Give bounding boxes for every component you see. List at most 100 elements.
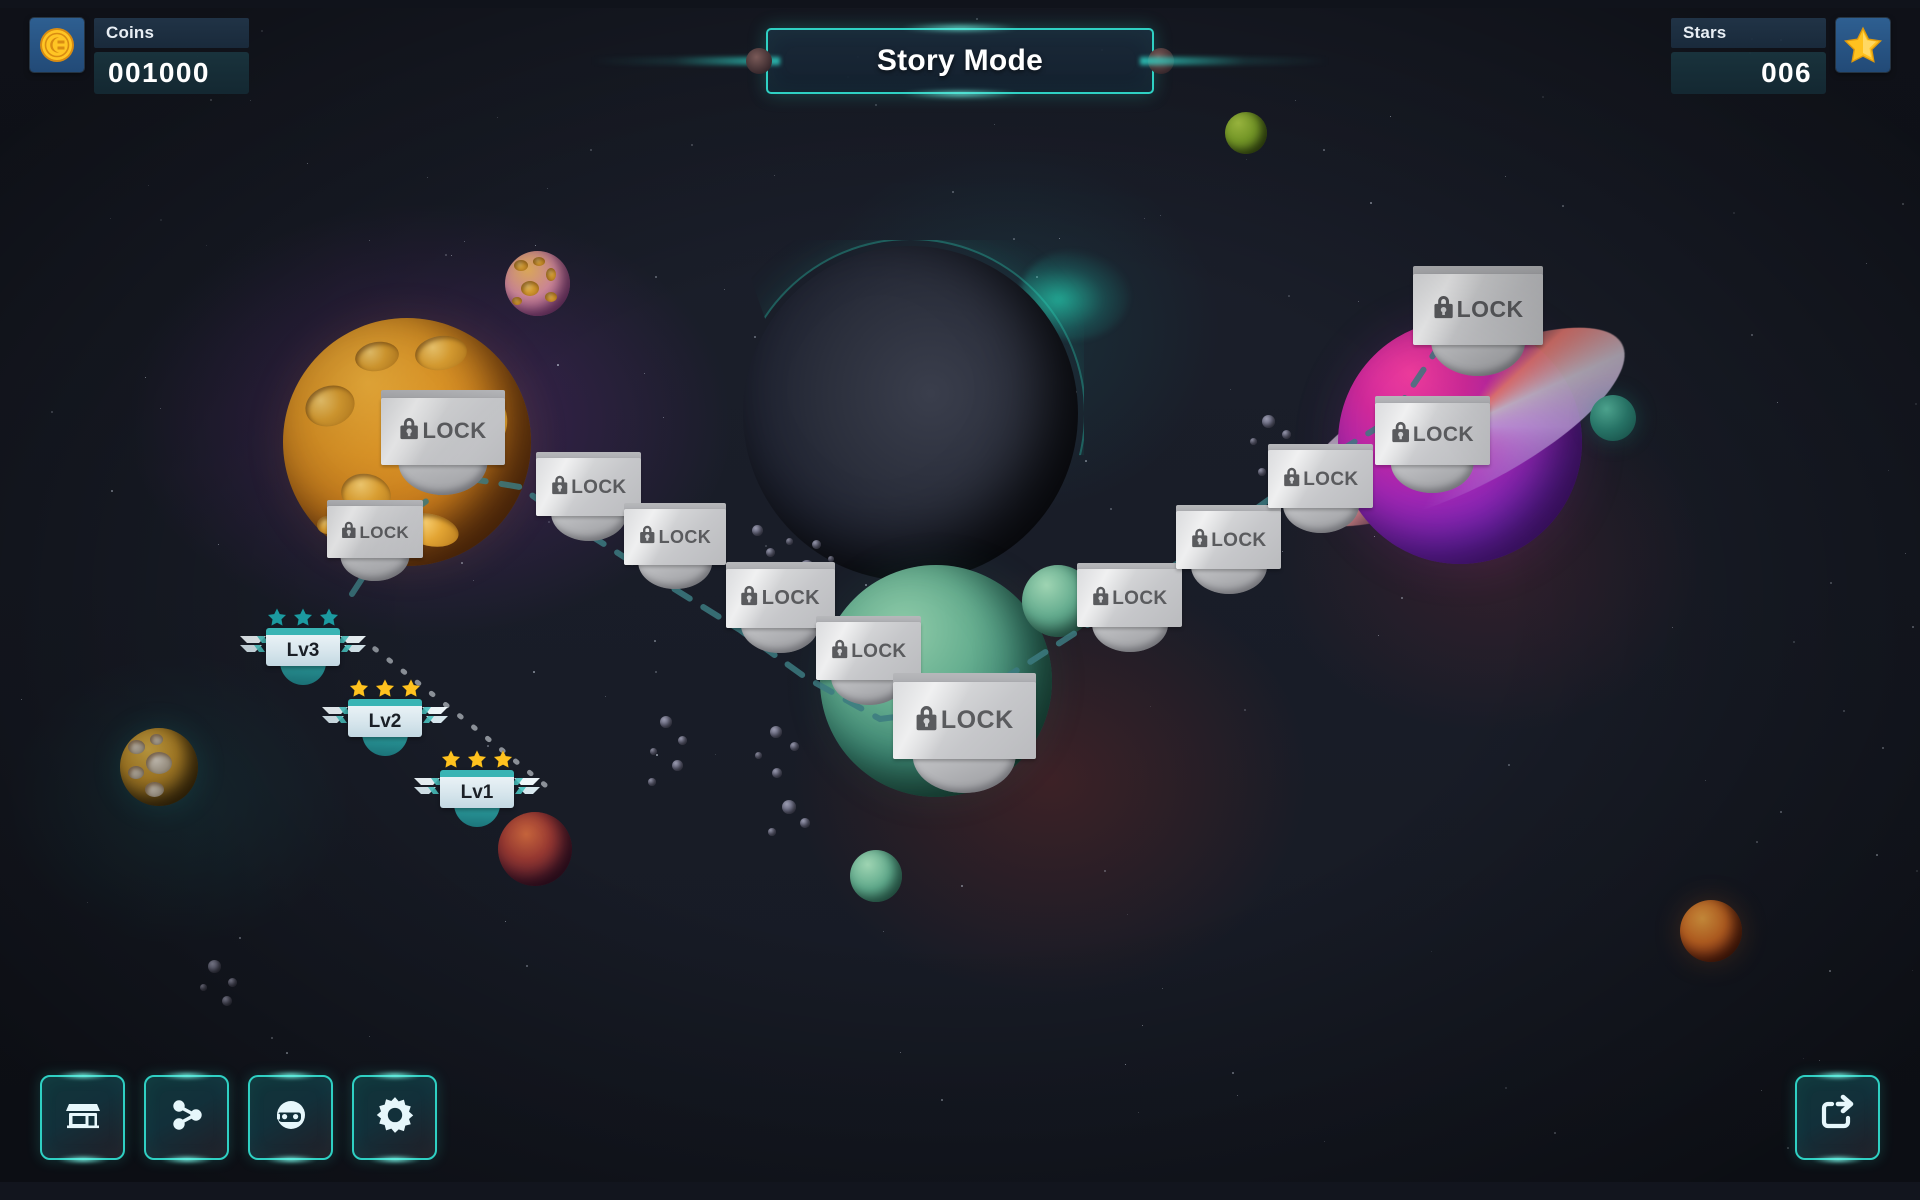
coins-label: Coins (94, 18, 249, 48)
level-node-lv1[interactable]: Lv1 (414, 749, 540, 827)
game-canvas: LOCK LOCK LOCK LOCK LOCK LOCK LOCK LOCK LOCK LOCK… (0, 0, 1920, 1200)
lock-badge-card: LOCK (893, 681, 1036, 760)
level-wing-icon (512, 778, 540, 794)
lock-badge[interactable]: LOCK (1077, 563, 1183, 652)
level-wing-right (338, 632, 384, 662)
level-plate[interactable]: Lv2 (348, 699, 422, 737)
level-star-icon (267, 607, 287, 627)
asteroid (752, 525, 763, 536)
asteroid (1282, 430, 1291, 439)
lock-badge[interactable]: LOCK (1413, 266, 1544, 376)
planet-dark-large (743, 246, 1078, 581)
planet-teal-small (1590, 395, 1636, 441)
asteroid (800, 818, 810, 828)
padlock-icon (740, 585, 758, 611)
lock-badge[interactable]: LOCK (1268, 444, 1374, 533)
lock-badge-label: LOCK (761, 587, 821, 610)
asteroid (786, 538, 793, 545)
level-wing-icon (420, 707, 448, 723)
lock-badge[interactable]: LOCK (327, 500, 424, 581)
level-label: Lv1 (460, 781, 494, 803)
level-wing-icon (338, 636, 366, 652)
planet-lime-top (1225, 112, 1267, 154)
level-wing-right (420, 703, 466, 733)
settings-button[interactable] (352, 1075, 437, 1160)
lock-badge[interactable]: LOCK (893, 673, 1036, 794)
coins-hud: Coins 001000 (30, 18, 249, 94)
padlock-icon (341, 521, 357, 544)
level-plate[interactable]: Lv1 (440, 770, 514, 808)
lock-badge-label: LOCK (422, 418, 487, 444)
lock-badge-card: LOCK (1413, 273, 1544, 345)
lock-badge-label: LOCK (1456, 295, 1524, 322)
lock-badge-label: LOCK (1412, 422, 1475, 446)
lock-badge-label: LOCK (359, 522, 410, 542)
lock-badge-card: LOCK (624, 509, 727, 565)
exit-button[interactable] (1795, 1075, 1880, 1160)
padlock-icon (1283, 467, 1300, 492)
asteroid (766, 548, 775, 557)
level-wing-right (512, 774, 558, 804)
level-star-icon (319, 607, 339, 627)
level-stars (266, 606, 340, 628)
asteroid (678, 736, 687, 745)
planet-green-tiny (850, 850, 902, 902)
stars-hud: Stars 006 (1671, 18, 1890, 94)
planet-orange-bottom-right (1680, 900, 1742, 962)
planet-maroon (498, 812, 572, 886)
stars-label: Stars (1671, 18, 1826, 48)
shop-icon (63, 1095, 103, 1140)
level-wing-left (222, 632, 268, 662)
asteroid (648, 778, 656, 786)
padlock-icon (551, 475, 568, 500)
share-button[interactable] (144, 1075, 229, 1160)
title-banner: Story Mode (766, 23, 1154, 99)
title-text: Story Mode (876, 44, 1044, 77)
level-star-icon (493, 749, 513, 769)
level-plate[interactable]: Lv3 (266, 628, 340, 666)
asteroid (782, 800, 796, 814)
lock-badge-card: LOCK (1268, 450, 1374, 508)
asteroid (660, 716, 672, 728)
lock-badge[interactable]: LOCK (1176, 505, 1282, 594)
lock-badge-label: LOCK (940, 706, 1014, 734)
exit-area (1795, 1075, 1880, 1160)
lock-badge-card: LOCK (381, 397, 505, 466)
asteroid (772, 768, 782, 778)
coin-icon (30, 18, 84, 72)
asteroid (1262, 415, 1275, 428)
level-node-lv3[interactable]: Lv3 (240, 607, 366, 685)
star-icon (1836, 18, 1890, 72)
level-node-lv2[interactable]: Lv2 (322, 678, 448, 756)
lock-badge-label: LOCK (1303, 468, 1359, 490)
level-wing-left (304, 703, 350, 733)
level-star-icon (375, 678, 395, 698)
asteroid (768, 828, 776, 836)
title-knob-left (746, 48, 772, 74)
gear-icon (374, 1094, 416, 1141)
asteroid (200, 984, 207, 991)
planet-purple-moon (505, 251, 570, 316)
asteroid (755, 752, 762, 759)
screen-title: Story Mode (590, 23, 1330, 99)
lock-badge-label: LOCK (658, 527, 712, 548)
lock-badge[interactable]: LOCK (381, 390, 505, 495)
asteroid (222, 996, 232, 1006)
stars-value: 006 (1671, 52, 1826, 94)
astronaut-helmet-icon (271, 1095, 311, 1140)
share-nodes-icon (167, 1095, 207, 1140)
asteroid (650, 748, 657, 755)
planet-gold-left (120, 728, 198, 806)
lock-badge-card: LOCK (327, 505, 424, 559)
lock-badge[interactable]: LOCK (624, 503, 727, 590)
avatar-button[interactable] (248, 1075, 333, 1160)
bottom-toolbar (40, 1075, 437, 1160)
lock-badge[interactable]: LOCK (1375, 396, 1490, 493)
padlock-icon (639, 525, 656, 549)
level-star-icon (349, 678, 369, 698)
lock-badge-label: LOCK (851, 640, 907, 662)
lock-badge-label: LOCK (1112, 587, 1168, 609)
shop-button[interactable] (40, 1075, 125, 1160)
level-stars (440, 748, 514, 770)
padlock-icon (915, 705, 938, 736)
